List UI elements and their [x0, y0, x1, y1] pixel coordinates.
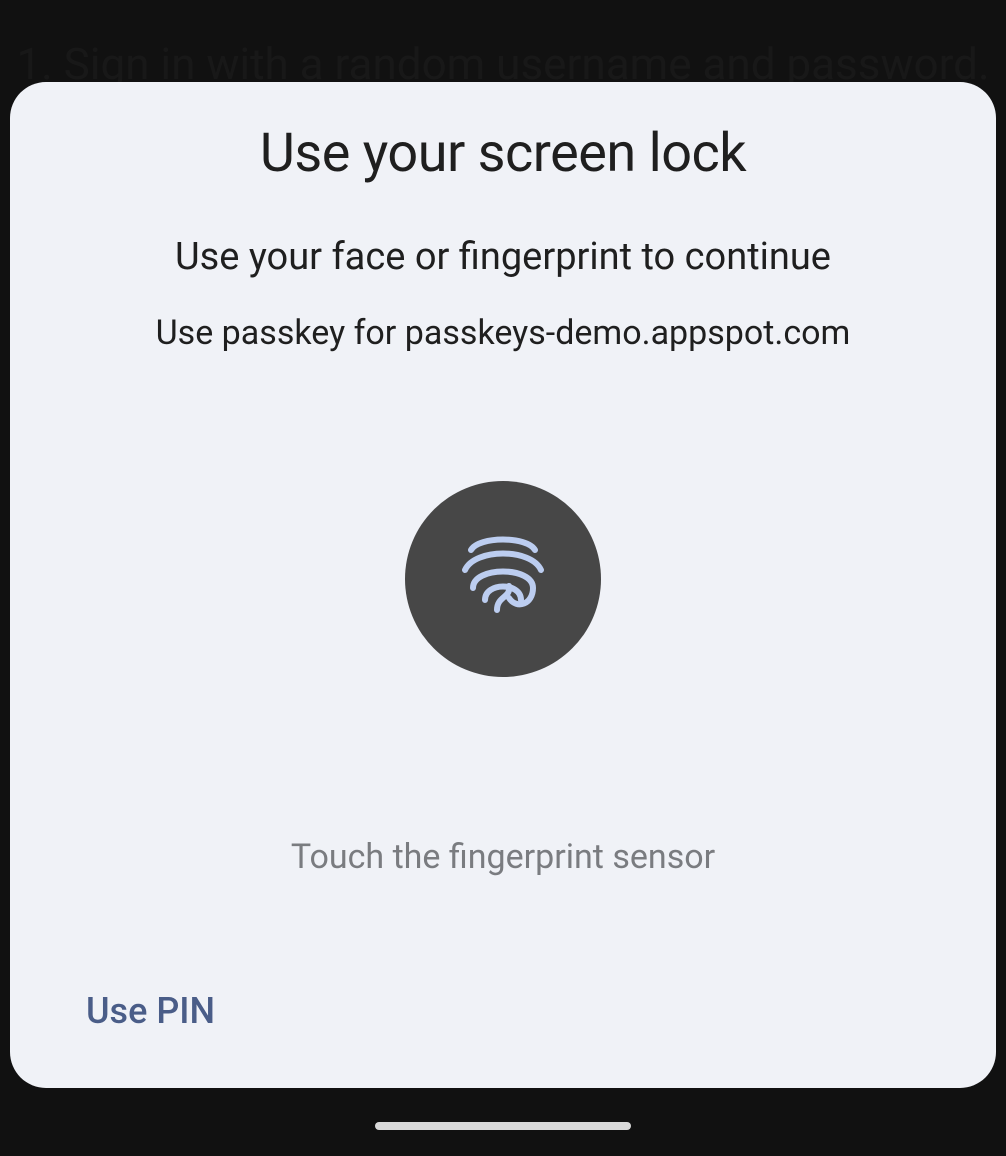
- navigation-bar: [0, 1096, 1006, 1156]
- biometric-prompt-sheet: Use your screen lock Use your face or fi…: [10, 82, 996, 1088]
- passkey-domain-text: Use passkey for passkeys-demo.appspot.co…: [156, 313, 851, 353]
- home-indicator[interactable]: [375, 1122, 631, 1130]
- fingerprint-icon: [459, 528, 547, 630]
- fingerprint-sensor-button[interactable]: [405, 481, 601, 677]
- dialog-subtitle: Use your face or fingerprint to continue: [175, 235, 831, 279]
- dialog-title: Use your screen lock: [260, 122, 746, 185]
- use-pin-button[interactable]: Use PIN: [86, 990, 215, 1032]
- fingerprint-hint-text: Touch the fingerprint sensor: [291, 837, 715, 877]
